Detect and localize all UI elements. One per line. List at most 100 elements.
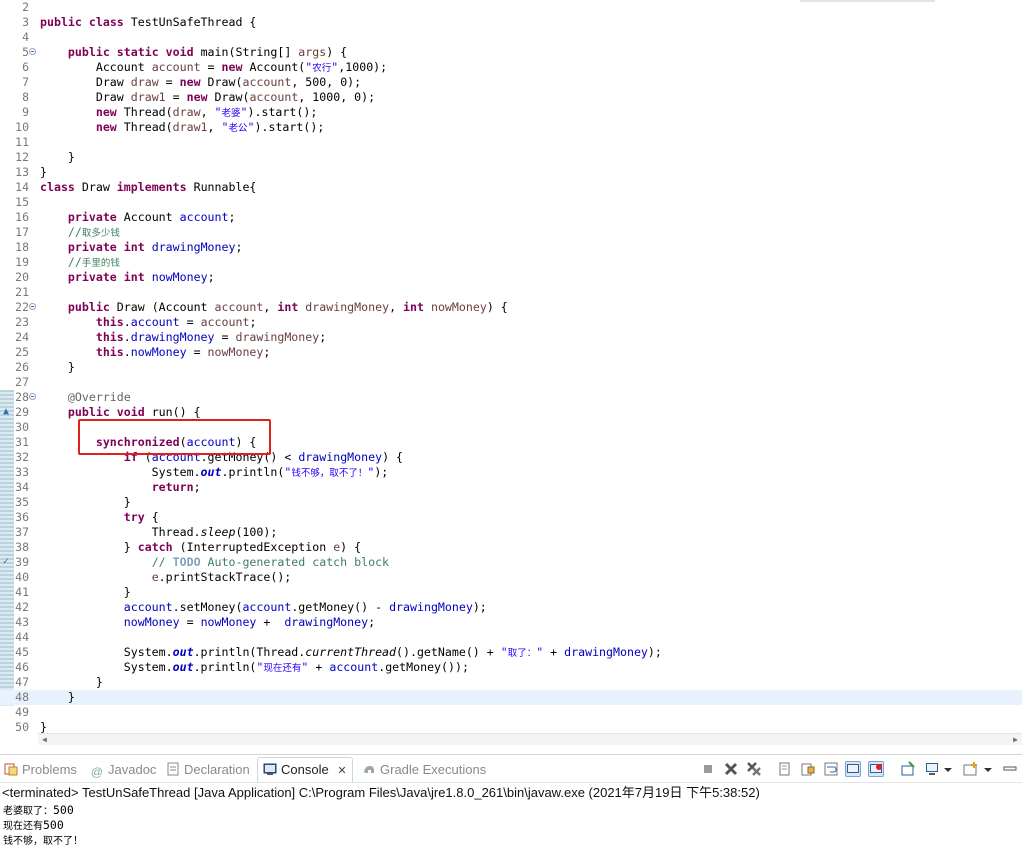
code-line-5[interactable]: 5 public static void main(String[] args)… bbox=[0, 45, 1022, 60]
code-line-14[interactable]: 14 class Draw implements Runnable{ bbox=[0, 180, 1022, 195]
code-line-37[interactable]: 37 Thread.sleep(100); bbox=[0, 525, 1022, 540]
fold-toggle-icon[interactable] bbox=[29, 303, 36, 310]
code-line-33[interactable]: 33 System.out.println("钱不够，取不了！"); bbox=[0, 465, 1022, 480]
code-line-40[interactable]: 40 e.printStackTrace(); bbox=[0, 570, 1022, 585]
line-number: 24 bbox=[15, 330, 29, 344]
code-line-18[interactable]: 18 private int drawingMoney; bbox=[0, 240, 1022, 255]
minimize-icon[interactable] bbox=[1002, 761, 1018, 777]
line-number: 5 bbox=[22, 45, 29, 59]
tab-console[interactable]: Console ✕ bbox=[257, 757, 353, 782]
line-number: 32 bbox=[15, 450, 29, 464]
horizontal-scrollbar[interactable]: ◀ ▶ bbox=[38, 733, 1022, 745]
code-line-24[interactable]: 24 this.drawingMoney = drawingMoney; bbox=[0, 330, 1022, 345]
show-console-on-error-icon[interactable] bbox=[868, 761, 884, 777]
code-line-35[interactable]: 35 } bbox=[0, 495, 1022, 510]
chevron-down-icon[interactable] bbox=[943, 761, 953, 777]
tab-gradle-executions[interactable]: Gradle Executions bbox=[362, 759, 486, 781]
line-number: 17 bbox=[15, 225, 29, 239]
clear-console-icon[interactable] bbox=[777, 761, 793, 777]
line-number: 46 bbox=[15, 660, 29, 674]
pin-console-icon[interactable] bbox=[900, 761, 916, 777]
code-text: public void run() { bbox=[67, 405, 201, 419]
code-line-29[interactable]: 29 ▲ public void run() { bbox=[0, 405, 1022, 420]
code-line-13[interactable]: 13} bbox=[0, 165, 1022, 180]
tab-declaration[interactable]: Declaration bbox=[166, 759, 250, 781]
code-line-10[interactable]: 10 new Thread(draw1, "老公").start(); bbox=[0, 120, 1022, 135]
code-line-19[interactable]: 19 //手里的钱 bbox=[0, 255, 1022, 270]
code-line-43[interactable]: 43 nowMoney = nowMoney + drawingMoney; bbox=[0, 615, 1022, 630]
scroll-left-arrow-icon[interactable]: ◀ bbox=[42, 734, 47, 745]
code-line-22[interactable]: 22 public Draw (Account account, int dra… bbox=[0, 300, 1022, 315]
code-text: } bbox=[40, 165, 47, 179]
code-line-12[interactable]: 12 } bbox=[0, 150, 1022, 165]
code-line-39[interactable]: 39 ✓ // TODO Auto-generated catch block bbox=[0, 555, 1022, 570]
code-text: class Draw implements Runnable{ bbox=[40, 180, 257, 194]
code-line-7[interactable]: 7 Draw draw = new Draw(account, 500, 0); bbox=[0, 75, 1022, 90]
terminate-icon[interactable] bbox=[700, 761, 716, 777]
line-number: 25 bbox=[15, 345, 29, 359]
code-line-17[interactable]: 17 //取多少钱 bbox=[0, 225, 1022, 240]
code-text: Draw draw = new Draw(account, 500, 0); bbox=[40, 75, 362, 89]
code-line-8[interactable]: 8 Draw draw1 = new Draw(account, 1000, 0… bbox=[0, 90, 1022, 105]
code-line-16[interactable]: 16 private Account account; bbox=[0, 210, 1022, 225]
code-text: } bbox=[40, 720, 47, 733]
remove-all-terminated-icon[interactable] bbox=[746, 761, 762, 777]
fold-toggle-icon[interactable] bbox=[29, 48, 36, 55]
open-console-icon[interactable] bbox=[963, 761, 979, 777]
word-wrap-icon[interactable] bbox=[823, 761, 839, 777]
remove-launch-icon[interactable] bbox=[723, 761, 739, 777]
task-marker-icon[interactable]: ✓ bbox=[3, 557, 9, 567]
code-text: } bbox=[40, 690, 75, 704]
tab-javadoc[interactable]: @ Javadoc bbox=[90, 759, 157, 781]
code-text: } bbox=[40, 585, 131, 599]
tab-label: Problems bbox=[22, 762, 77, 777]
code-text: System.out.println("现在还有" + account.getM… bbox=[40, 660, 469, 674]
code-line-45[interactable]: 45 System.out.println(Thread.currentThre… bbox=[0, 645, 1022, 660]
code-line-23[interactable]: 23 this.account = account; bbox=[0, 315, 1022, 330]
scroll-right-arrow-icon[interactable]: ▶ bbox=[1013, 734, 1018, 745]
code-line-49[interactable]: 49 bbox=[0, 705, 1022, 720]
line-number: 50 bbox=[15, 720, 29, 733]
code-line-3[interactable]: 3 public class TestUnSafeThread { bbox=[0, 15, 1022, 30]
code-line-46[interactable]: 46 System.out.println("现在还有" + account.g… bbox=[0, 660, 1022, 675]
fold-toggle-icon[interactable] bbox=[29, 393, 36, 400]
chevron-down-icon[interactable] bbox=[983, 761, 993, 777]
code-line-4[interactable]: 4 bbox=[0, 30, 1022, 45]
code-line-44[interactable]: 44 bbox=[0, 630, 1022, 645]
code-line-21[interactable]: 21 bbox=[0, 285, 1022, 300]
line-number: 36 bbox=[15, 510, 29, 524]
code-line-15[interactable]: 15 bbox=[0, 195, 1022, 210]
code-line-9[interactable]: 9 new Thread(draw, "老婆").start(); bbox=[0, 105, 1022, 120]
code-line-28[interactable]: 28 @Override bbox=[0, 390, 1022, 405]
code-line-41[interactable]: 41 } bbox=[0, 585, 1022, 600]
code-line-27[interactable]: 27 bbox=[0, 375, 1022, 390]
code-text: public class TestUnSafeThread { bbox=[40, 15, 257, 29]
override-marker-icon[interactable]: ▲ bbox=[3, 407, 9, 417]
code-line-36[interactable]: 36 try { bbox=[0, 510, 1022, 525]
code-line-6[interactable]: 6 Account account = new Account("农行",100… bbox=[0, 60, 1022, 75]
code-line-2[interactable]: 2 bbox=[0, 0, 1022, 15]
code-line-25[interactable]: 25 this.nowMoney = nowMoney; bbox=[0, 345, 1022, 360]
close-icon[interactable]: ✕ bbox=[337, 765, 346, 777]
code-line-34[interactable]: 34 return; bbox=[0, 480, 1022, 495]
code-line-11[interactable]: 11 bbox=[0, 135, 1022, 150]
code-line-38[interactable]: 38 } catch (InterruptedException e) { bbox=[0, 540, 1022, 555]
code-line-50[interactable]: 50} bbox=[0, 720, 1022, 733]
line-number: 8 bbox=[22, 90, 29, 104]
code-line-48[interactable]: 48 } bbox=[0, 690, 1022, 705]
code-line-20[interactable]: 20 private int nowMoney; bbox=[0, 270, 1022, 285]
show-console-on-output-icon[interactable] bbox=[845, 761, 861, 777]
scroll-lock-icon[interactable] bbox=[800, 761, 816, 777]
code-line-47[interactable]: 47 } bbox=[0, 675, 1022, 690]
display-selected-console-icon[interactable] bbox=[925, 761, 941, 777]
line-number: 30 bbox=[15, 420, 29, 434]
tab-label: Javadoc bbox=[108, 762, 157, 777]
code-line-42[interactable]: 42 account.setMoney(account.getMoney() -… bbox=[0, 600, 1022, 615]
line-number: 14 bbox=[15, 180, 29, 194]
console-line: 老婆取了：500 bbox=[3, 803, 74, 817]
line-number: 20 bbox=[15, 270, 29, 284]
code-editor[interactable]: 2 3 public class TestUnSafeThread {4 5 publ… bbox=[0, 0, 1022, 733]
console-output[interactable]: 老婆取了：500 现在还有500 钱不够，取不了！ bbox=[0, 802, 1022, 860]
code-line-26[interactable]: 26 } bbox=[0, 360, 1022, 375]
tab-problems[interactable]: Problems bbox=[4, 759, 77, 781]
